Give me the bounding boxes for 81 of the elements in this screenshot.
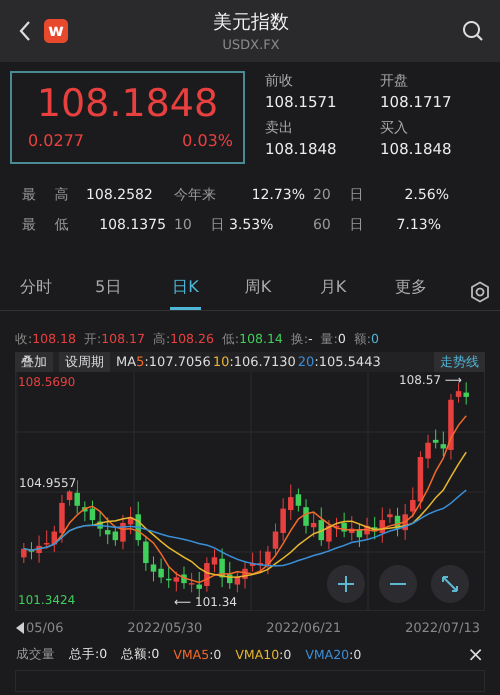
stat-label: 10 日: [174, 216, 226, 234]
quote-label: 高:: [152, 331, 170, 346]
volume-ma-label: VMA5: [173, 646, 210, 662]
date-label: 2022/06/21: [266, 620, 342, 636]
chart-tab[interactable]: 周K: [244, 274, 320, 310]
chart-tab[interactable]: 月K: [320, 274, 395, 310]
max-price-label: 108.5690: [18, 375, 76, 389]
stat-value: 7.13%: [396, 217, 442, 233]
search-icon[interactable]: [462, 20, 484, 42]
volume-title: 成交量: [16, 646, 55, 662]
volume-ma-value: :0: [209, 646, 222, 662]
stat-label: 60 日: [313, 216, 364, 234]
high-marker: 108.57 ⟶: [398, 373, 462, 387]
ma-period: 5: [136, 354, 144, 370]
stat-value: 12.73%: [250, 187, 306, 203]
price-change: 0.0277: [28, 131, 84, 150]
ma-label: MA: [116, 354, 136, 370]
scroll-left-icon[interactable]: [15, 621, 25, 635]
symbol-code: USDX.FX: [222, 38, 280, 53]
quote-label: 开:: [84, 331, 102, 346]
field-value: 108.1848: [380, 138, 453, 160]
stat-value: 108.2582: [86, 187, 154, 203]
volume-ma-label: VMA10: [235, 646, 280, 662]
back-icon[interactable]: [18, 20, 32, 42]
stat-value: 2.56%: [404, 187, 449, 203]
quote-value: 108.14: [239, 331, 283, 346]
stat-label: 最 高: [22, 186, 70, 204]
expand-icon[interactable]: [430, 564, 470, 604]
field-label: 开盘: [380, 72, 409, 91]
stat-value: 108.1375: [98, 217, 167, 233]
ma-period: 10: [212, 354, 230, 370]
ma-value: :105.5443: [314, 354, 381, 370]
volume-ma-value: :0: [349, 646, 362, 662]
chart-tab[interactable]: 更多: [394, 274, 470, 310]
quote-value: 0: [371, 331, 379, 346]
percent-change: 0.03%: [182, 131, 233, 150]
stat-label: 20 日: [313, 186, 364, 204]
chart-tab[interactable]: 日K: [170, 274, 201, 310]
current-price: 108.1848: [36, 81, 218, 125]
quote-label: 低:: [222, 331, 240, 346]
ma-value: :106.7130: [229, 354, 296, 370]
date-label: 2022/05/30: [127, 620, 202, 636]
trend-line-button[interactable]: 走势线: [434, 352, 485, 372]
page-title: 美元指数: [213, 10, 289, 35]
quote-label: 量:: [320, 331, 338, 346]
volume-ma-value: :0: [279, 646, 292, 662]
min-price-label: 101.3424: [18, 593, 76, 607]
quote-value: 0: [338, 331, 346, 346]
settings-icon[interactable]: [470, 281, 490, 303]
field-label: 卖出: [265, 118, 294, 138]
volume-stat: 总额:0: [121, 646, 160, 662]
quote-value: -: [308, 331, 313, 346]
field-label: 前收: [265, 72, 294, 91]
quote-value: 108.18: [32, 331, 76, 346]
chart-tab[interactable]: 分时: [20, 274, 96, 310]
chart-button[interactable]: 设周期: [59, 352, 110, 372]
stat-label: 最 低: [22, 216, 70, 234]
quote-label: 收:: [15, 331, 32, 346]
field-label: 买入: [380, 118, 409, 138]
field-value: 108.1717: [380, 92, 453, 113]
low-marker: ⟵ 101.34: [174, 595, 238, 609]
ma-period: 20: [298, 354, 314, 370]
date-label: 2022/07/13: [405, 620, 480, 636]
ma-value: :107.7056: [144, 354, 211, 370]
app-logo: w: [44, 19, 68, 43]
volume-stat: 总手:0: [69, 646, 108, 662]
date-label: 05/06: [26, 620, 64, 636]
chart-tab[interactable]: 5日: [95, 274, 170, 310]
volume-ma-label: VMA20: [305, 646, 350, 662]
stat-label: 今年来: [174, 186, 217, 204]
price-label: 104.9557: [18, 476, 78, 490]
quote-value: 108.17: [101, 331, 145, 346]
close-button[interactable]: ×: [467, 644, 484, 664]
zoom-in-icon[interactable]: [326, 564, 366, 604]
quote-label: 换:: [290, 331, 308, 346]
quote-value: 108.26: [170, 331, 214, 346]
quote-label: 额:: [354, 331, 371, 346]
chart-button[interactable]: 叠加: [15, 352, 53, 372]
field-value: 108.1848: [265, 138, 338, 160]
field-value: 108.1571: [265, 92, 338, 113]
stat-value: 3.53%: [229, 217, 274, 233]
